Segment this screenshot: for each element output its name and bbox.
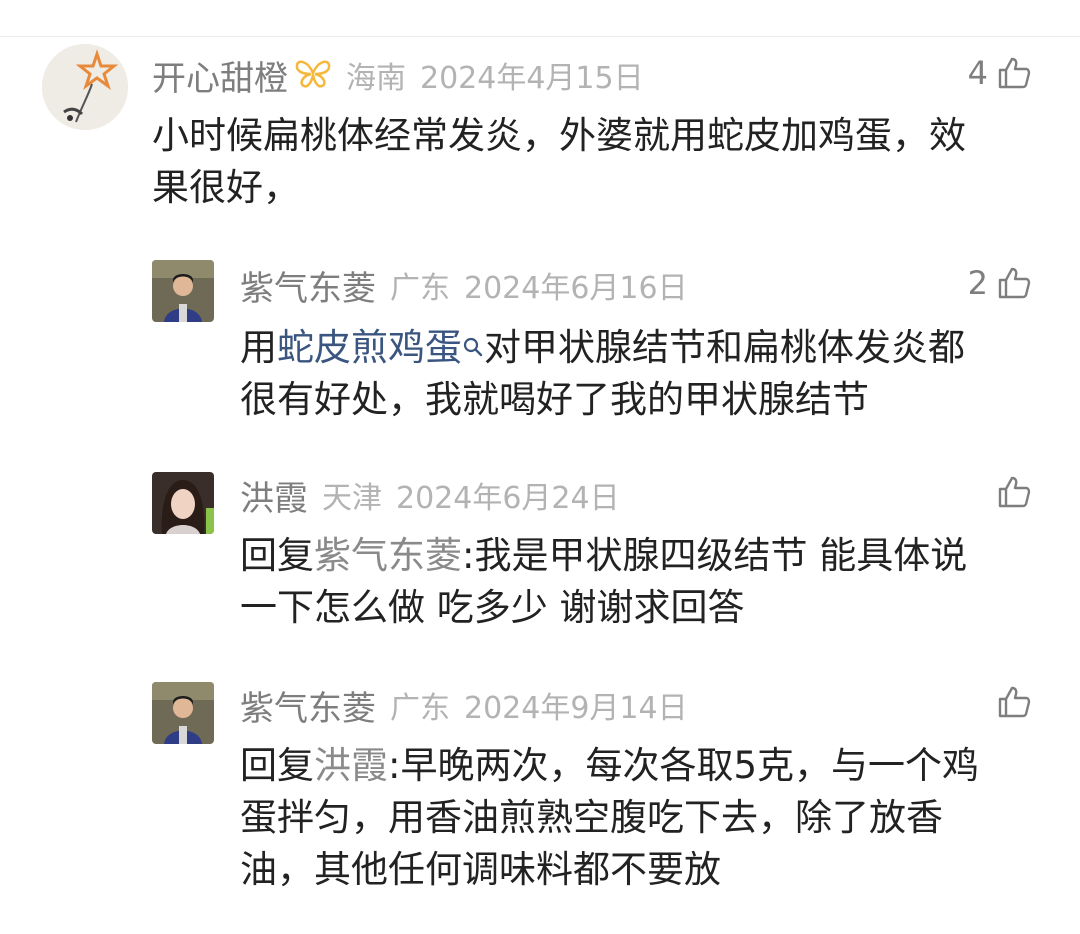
- butterfly-badge-icon: [294, 57, 332, 93]
- comment-text: 回复紫气东菱:我是甲状腺四级结节 能具体说 一下怎么做 吃多少 谢谢求回答: [240, 530, 1050, 634]
- username[interactable]: 紫气东菱: [240, 681, 376, 730]
- like-count: 4: [967, 54, 988, 92]
- avatar-star-flower-icon: [42, 44, 128, 130]
- date: 2024年4月15日: [420, 61, 644, 96]
- comment-text-line: 用蛇皮煎鸡蛋 对甲状腺结节和扁桃体发炎都: [240, 320, 1050, 374]
- reply-to-username[interactable]: 紫气东菱: [314, 534, 462, 577]
- comment-thread: 开心甜橙 海南 2024年4月15日 4 小时候扁桃体经常发炎，外婆就用蛇皮加鸡…: [0, 0, 1080, 934]
- reply-to-username[interactable]: 洪霞: [314, 744, 388, 787]
- thumbs-up-icon: [998, 686, 1031, 718]
- comment-text-line: 很有好处，我就喝好了我的甲状腺结节: [240, 378, 869, 421]
- divider: [0, 36, 1080, 37]
- text-segment: 对甲状腺结节和扁桃体发炎都: [484, 326, 965, 369]
- like-button[interactable]: 4: [968, 54, 1032, 92]
- avatar[interactable]: [152, 472, 214, 534]
- avatar-photo-icon: [152, 682, 214, 744]
- comment-text-line: 果很好，: [152, 166, 300, 209]
- username[interactable]: 开心甜橙: [152, 51, 288, 100]
- like-button[interactable]: 2: [968, 264, 1032, 302]
- thumbs-up-icon: [998, 267, 1031, 299]
- search-icon[interactable]: [462, 320, 484, 372]
- comment-text-line: 一下怎么做 吃多少 谢谢求回答: [240, 586, 745, 629]
- location: 海南: [346, 61, 406, 96]
- search-link[interactable]: 蛇皮煎鸡蛋: [277, 326, 462, 369]
- comment-text-line: 油，其他任何调味料都不要放: [240, 848, 721, 891]
- comment-text: 回复洪霞:早晚两次，每次各取5克，与一个鸡 蛋拌匀，用香油煎熟空腹吃下去，除了放…: [240, 740, 1050, 896]
- username[interactable]: 紫气东菱: [240, 261, 376, 310]
- avatar[interactable]: [42, 44, 128, 130]
- like-count: 2: [967, 264, 988, 302]
- avatar[interactable]: [152, 260, 214, 322]
- location: 广东: [390, 271, 450, 306]
- comment-text: 小时候扁桃体经常发炎，外婆就用蛇皮加鸡蛋，效 果很好，: [152, 110, 1052, 214]
- comment-header: 紫气东菱 广东 2024年6月16日: [240, 261, 688, 310]
- like-button[interactable]: [988, 684, 1032, 720]
- avatar-photo-icon: [152, 260, 214, 322]
- avatar-photo-icon: [152, 472, 214, 534]
- text-segment: :我是甲状腺四级结节 能具体说: [462, 534, 968, 577]
- text-segment: 回复: [240, 744, 314, 787]
- thumbs-up-icon: [998, 57, 1031, 89]
- like-button[interactable]: [988, 474, 1032, 510]
- text-segment: 回复: [240, 534, 314, 577]
- date: 2024年6月16日: [464, 271, 688, 306]
- date: 2024年9月14日: [464, 691, 688, 726]
- comment-text-line: 回复洪霞:早晚两次，每次各取5克，与一个鸡: [240, 740, 1050, 792]
- username[interactable]: 洪霞: [240, 471, 308, 520]
- comment-header: 紫气东菱 广东 2024年9月14日: [240, 681, 688, 730]
- location: 天津: [322, 481, 382, 516]
- text-segment: 用: [240, 326, 277, 369]
- comment-text-line: 小时候扁桃体经常发炎，外婆就用蛇皮加鸡蛋，效: [152, 114, 966, 157]
- avatar[interactable]: [152, 682, 214, 744]
- comment-text: 用蛇皮煎鸡蛋 对甲状腺结节和扁桃体发炎都 很有好处，我就喝好了我的甲状腺结节: [240, 320, 1050, 426]
- thumbs-up-icon: [998, 476, 1031, 508]
- comment-text-line: 蛋拌匀，用香油煎熟空腹吃下去，除了放香: [240, 796, 943, 839]
- comment-text-line: 回复紫气东菱:我是甲状腺四级结节 能具体说: [240, 530, 1050, 582]
- location: 广东: [390, 691, 450, 726]
- comment-header: 开心甜橙 海南 2024年4月15日: [152, 51, 644, 100]
- date: 2024年6月24日: [396, 481, 620, 516]
- text-segment: :早晚两次，每次各取5克，与一个鸡: [388, 744, 980, 787]
- comment-header: 洪霞 天津 2024年6月24日: [240, 471, 620, 520]
